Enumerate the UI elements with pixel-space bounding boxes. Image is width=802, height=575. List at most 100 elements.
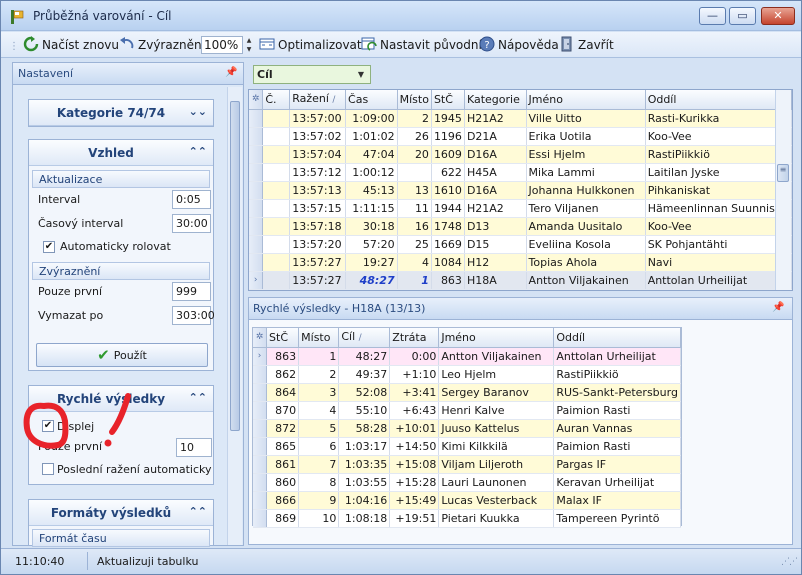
grid-options-icon[interactable]: ✲ bbox=[249, 90, 264, 110]
auto-scroll-checkbox[interactable]: ✔ bbox=[43, 241, 55, 253]
list-item[interactable]: 869 10 1:08:18 +19:51 Pietari Kuukka Tamperee… bbox=[253, 509, 681, 528]
interval-input[interactable]: 0:05 bbox=[172, 190, 211, 209]
cell-misto: 8 bbox=[298, 473, 340, 492]
cell-misto: 13 bbox=[397, 181, 432, 200]
table-row[interactable]: › 13:57:27 48:27 1 863 H18A Antton Viljakainen… bbox=[249, 271, 793, 290]
refresh-section-title: Aktualizace bbox=[39, 173, 103, 186]
resize-grip-icon[interactable]: ⋰⋰ bbox=[781, 557, 798, 567]
row-indicator bbox=[249, 163, 264, 182]
optimize-button[interactable]: Optimalizovat bbox=[259, 36, 362, 54]
cell-jmeno: Antton Viljakainen bbox=[438, 347, 555, 366]
row-indicator bbox=[249, 235, 264, 254]
cell-stc: 869 bbox=[266, 509, 300, 528]
col-kategorie[interactable]: Kategorie bbox=[464, 90, 527, 110]
zoom-input[interactable]: 100% bbox=[201, 36, 243, 54]
category-group-header[interactable]: Kategorie 74/74 ⌄⌄ bbox=[29, 100, 213, 126]
cell-cislo bbox=[262, 253, 291, 272]
settings-scrollbar[interactable] bbox=[227, 87, 242, 545]
quick-results-header[interactable]: Rychlé výsledky ⌃⌃ bbox=[29, 386, 213, 412]
chevron-up-icon[interactable]: ⌃⌃ bbox=[189, 391, 207, 404]
status-time: 11:10:40 bbox=[15, 555, 65, 568]
reset-button[interactable]: Nastavit původní bbox=[361, 36, 482, 54]
pin-icon[interactable]: 📌 bbox=[225, 67, 237, 78]
cell-misto: 4 bbox=[298, 401, 340, 420]
minimize-icon: — bbox=[707, 9, 718, 22]
table-row[interactable]: 13:57:18 30:18 16 1748 D13 Amanda Uusitalo Koo… bbox=[249, 217, 793, 236]
last-punch-checkbox[interactable] bbox=[42, 463, 54, 475]
col-q-cil[interactable]: Cíl / bbox=[338, 328, 391, 348]
list-item[interactable]: 870 4 55:10 +6:43 Henri Kalve Paimion Rasti bbox=[253, 401, 681, 420]
settings-scroll-thumb[interactable] bbox=[230, 101, 240, 431]
table-row[interactable]: 13:57:00 1:09:00 2 1945 H21A2 Ville Uitto Rast… bbox=[249, 109, 793, 128]
display-checkbox[interactable]: ✔ bbox=[42, 420, 54, 432]
table-row[interactable]: 13:57:12 1:00:12 622 H45A Mika Lammi Laitilan… bbox=[249, 163, 793, 182]
last-punch-label: Poslední ražení automaticky bbox=[57, 463, 212, 476]
only-first-input[interactable]: 999 bbox=[172, 282, 211, 301]
list-item[interactable]: 861 7 1:03:35 +15:08 Viljam Liljeroth Pargas … bbox=[253, 455, 681, 474]
highlight-section: Zvýraznění bbox=[32, 262, 210, 280]
apply-button[interactable]: ✔ Použít bbox=[36, 343, 208, 367]
chevron-down-icon[interactable]: ⌄⌄ bbox=[189, 105, 207, 118]
cell-misto: 10 bbox=[298, 509, 340, 528]
table-row[interactable]: 13:57:15 1:11:15 11 1944 H21A2 Tero Viljanen H… bbox=[249, 199, 793, 218]
list-item[interactable]: 864 3 52:08 +3:41 Sergey Baranov RUS-Sankt-Pe… bbox=[253, 383, 681, 402]
quick-grid-options-icon[interactable]: ✲ bbox=[253, 328, 268, 348]
help-icon: ? bbox=[479, 36, 495, 52]
col-q-oddil[interactable]: Oddíl bbox=[553, 328, 681, 348]
col-cas[interactable]: Čas bbox=[345, 90, 398, 110]
col-stc[interactable]: StČ bbox=[431, 90, 465, 110]
list-item[interactable]: › 863 1 48:27 0:00 Antton Viljakainen Anttolan… bbox=[253, 347, 681, 366]
filter-combo[interactable]: Cíl ▼ bbox=[253, 65, 371, 84]
col-jmeno[interactable]: Jméno bbox=[526, 90, 646, 110]
punch-scroll-thumb[interactable]: ≡ bbox=[777, 164, 789, 182]
reload-button[interactable]: Načíst znovu bbox=[23, 36, 119, 54]
list-item[interactable]: 872 5 58:28 +10:01 Juuso Kattelus Auran Vanna… bbox=[253, 419, 681, 438]
minimize-button[interactable]: — bbox=[699, 7, 726, 25]
zoom-stepper[interactable]: ▲ ▼ bbox=[244, 36, 254, 54]
list-item[interactable]: 862 2 49:37 +1:10 Leo Hjelm RastiPiikkiö bbox=[253, 365, 681, 384]
close-window-button[interactable]: ✕ bbox=[761, 7, 795, 25]
table-row[interactable]: 13:57:13 45:13 13 1610 D16A Johanna Hulkkonen… bbox=[249, 181, 793, 200]
dropdown-arrow-icon[interactable]: ▼ bbox=[358, 66, 364, 83]
col-oddil[interactable]: Oddíl bbox=[645, 90, 793, 110]
delete-after-input[interactable]: 303:00 bbox=[172, 306, 215, 325]
col-cislo[interactable]: Č. bbox=[262, 90, 291, 110]
chevron-up-icon[interactable]: ⌃⌃ bbox=[189, 145, 207, 158]
table-row[interactable]: 13:57:04 47:04 20 1609 D16A Essi Hjelm RastiPi… bbox=[249, 145, 793, 164]
table-row[interactable]: 13:57:20 57:20 25 1669 D15 Eveliina Kosola SK … bbox=[249, 235, 793, 254]
list-item[interactable]: 865 6 1:03:17 +14:50 Kimi Kilkkilä Paimion Ra… bbox=[253, 437, 681, 456]
formats-group-header[interactable]: Formáty výsledků ⌃⌃ bbox=[29, 500, 213, 526]
spin-up-icon[interactable]: ▲ bbox=[244, 36, 254, 45]
help-button[interactable]: ? Nápověda bbox=[479, 36, 559, 54]
punch-table: ✲ Č. Ražení / Čas Místo StČ Kategorie Jm… bbox=[249, 90, 793, 290]
col-q-misto[interactable]: Místo bbox=[298, 328, 340, 348]
col-q-stc[interactable]: StČ bbox=[266, 328, 300, 348]
list-item[interactable]: 866 9 1:04:16 +15:49 Lucas Vesterback Malax I… bbox=[253, 491, 681, 510]
look-group-header[interactable]: Vzhled ⌃⌃ bbox=[29, 140, 213, 166]
cell-jmeno: Pietari Kuukka bbox=[438, 509, 555, 528]
chevron-up-icon[interactable]: ⌃⌃ bbox=[189, 505, 207, 518]
col-q-jmeno[interactable]: Jméno bbox=[438, 328, 555, 348]
cell-jmeno: Viljam Liljeroth bbox=[438, 455, 555, 474]
quick-only-first-input[interactable]: 10 bbox=[176, 438, 212, 457]
table-row[interactable]: 13:57:02 1:01:02 26 1196 D21A Erika Uotila Koo… bbox=[249, 127, 793, 146]
cell-cil: 1:08:18 bbox=[338, 509, 391, 528]
col-razeni[interactable]: Ražení / bbox=[289, 90, 347, 110]
cell-kat: H18A bbox=[464, 271, 527, 290]
close-button[interactable]: Zavřít bbox=[559, 36, 614, 54]
highlight-button[interactable]: Zvýraznění bbox=[119, 36, 205, 54]
punch-scrollbar[interactable]: ≡ bbox=[775, 90, 791, 290]
maximize-button[interactable]: ▭ bbox=[729, 7, 756, 25]
col-q-ztrata[interactable]: Ztráta bbox=[389, 328, 440, 348]
row-indicator bbox=[249, 109, 264, 128]
undo-arrow-icon bbox=[120, 37, 134, 49]
list-item[interactable]: 860 8 1:03:55 +15:28 Lauri Launonen Keravan U… bbox=[253, 473, 681, 492]
title-bar[interactable]: Průběžná varování - Cíl — ▭ ✕ bbox=[1, 1, 801, 31]
cell-cil: 58:28 bbox=[338, 419, 391, 438]
pin-icon[interactable]: 📌 bbox=[772, 302, 784, 313]
col-cislo-label: Č. bbox=[265, 93, 277, 106]
time-interval-input[interactable]: 30:00 bbox=[172, 214, 211, 233]
col-misto[interactable]: Místo bbox=[397, 90, 432, 110]
table-row[interactable]: 13:57:27 19:27 4 1084 H12 Topias Ahola Navi bbox=[249, 253, 793, 272]
spin-down-icon[interactable]: ▼ bbox=[244, 45, 254, 54]
